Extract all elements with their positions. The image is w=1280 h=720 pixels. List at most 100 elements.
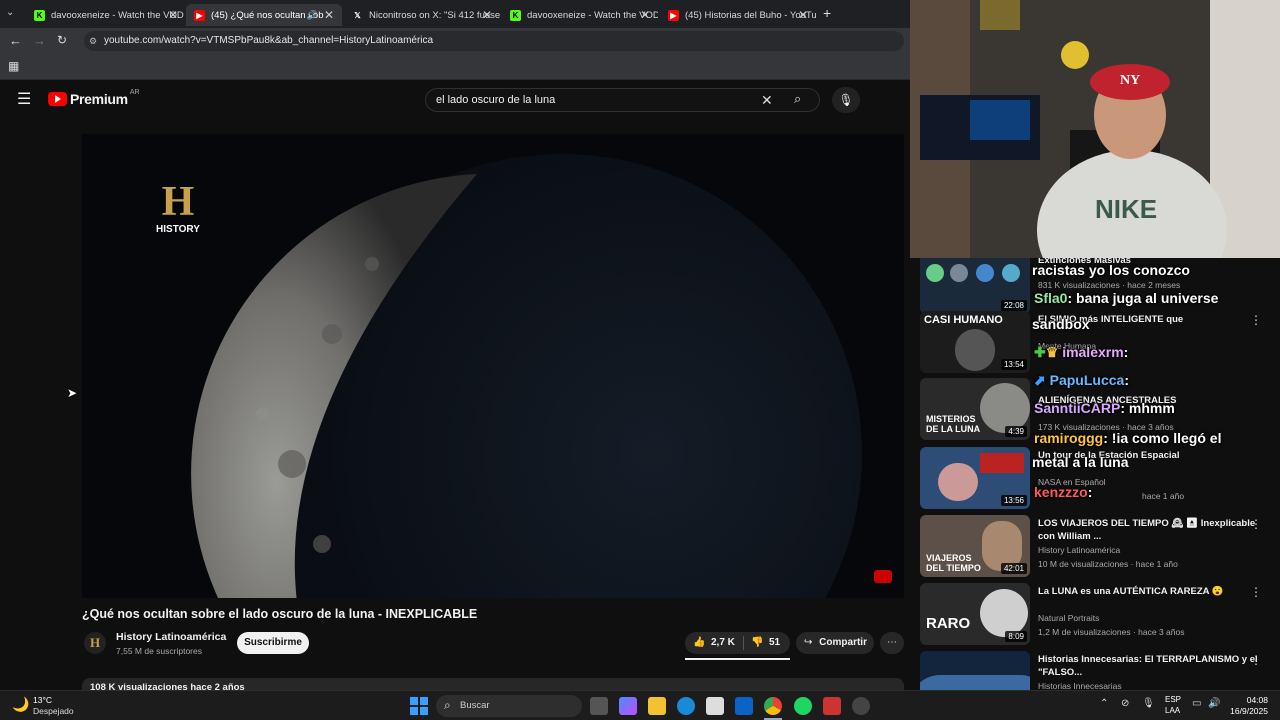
language-code[interactable]: ESP [1165,695,1181,704]
voice-search-icon[interactable]: 🎙 [832,87,860,113]
chat-message: kenzzzo: [1034,484,1093,500]
video-thumbnail[interactable] [920,651,1030,690]
file-explorer-icon[interactable] [648,697,666,715]
more-options-icon[interactable]: ⋮ [1250,313,1262,327]
channel-avatar[interactable]: H [84,632,106,654]
close-icon[interactable]: ✕ [324,8,334,22]
recommendation-item[interactable]: RARO 8:09 La LUNA es una AUTÉNTICA RAREZ… [920,583,1280,647]
task-view-icon[interactable] [590,697,608,715]
close-icon[interactable]: ✕ [168,8,178,22]
weather-desc: Despejado [33,706,74,716]
forward-icon[interactable]: → [33,33,46,48]
back-icon[interactable]: ← [9,33,22,48]
chat-message: ⬈ PapuLucca: [1034,372,1129,388]
svg-text:NY: NY [1120,73,1140,88]
video-channel: History Latinoamérica [1038,545,1121,555]
chevron-up-icon[interactable]: ⌃ [1100,698,1108,709]
windows-taskbar: 🌙 13°C Despejado ⌕ Buscar ⌃ ⊘ 🎙 ESP LAA … [0,690,1280,720]
url-field[interactable]: ⚙ youtube.com/watch?v=VTMSPbPau8k&ab_cha… [84,31,904,51]
tab-list-icon[interactable]: ⌄ [6,7,14,18]
network-icon[interactable]: ⊘ [1121,698,1129,709]
video-thumbnail[interactable]: 13:56 [920,447,1030,509]
search-label: Buscar [460,700,490,711]
speaker-icon[interactable]: 🔊 [307,10,318,21]
video-player[interactable]: H HISTORY [82,134,904,598]
video-thumbnail[interactable]: CASI HUMANO 13:54 [920,311,1030,373]
badge-icon: ⬈ [1034,372,1046,388]
video-channel: Natural Portraits [1038,613,1100,623]
tab-2[interactable]: ▶ (45) ¿Qué nos ocultan sob 🔊 ✕ [186,4,342,26]
chat-message: metal a la luna [1032,454,1129,470]
like-ratio-bar [685,658,790,660]
kick-icon: K [510,9,521,21]
bookmarks-bar: ▦ [0,54,910,80]
youtube-icon: ▶ [668,9,679,21]
video-thumbnail[interactable]: MISTERIOS DE LA LUNA 4:39 [920,378,1030,440]
recommendation-item[interactable]: VIAJEROS DEL TIEMPO 42:01 LOS VIAJEROS D… [920,515,1280,579]
description-box[interactable]: 108 K visualizaciones hace 2 años [82,678,904,690]
clear-search-icon[interactable]: ✕ [761,89,773,111]
youtube-logo[interactable]: Premium AR [48,88,140,107]
edge-icon[interactable] [677,697,695,715]
tab-5[interactable]: ▶ (45) Historias del Buho - YouTu ✕ [660,4,816,26]
subscribe-button[interactable]: Suscribirme [237,632,309,654]
x-icon: 𝕏 [354,10,361,20]
settings-icon[interactable] [852,697,870,715]
apps-grid-icon[interactable]: ▦ [8,59,19,73]
search-icon[interactable]: ⌕ [794,88,801,110]
tab-4[interactable]: K davooxeneize - Watch the VOD ✕ [502,4,658,26]
youtube-page: ☰ Premium AR el lado oscuro de la luna ✕… [0,80,910,690]
subscribe-watermark-icon[interactable] [874,570,892,583]
like-count[interactable]: 2,7 K [711,632,735,654]
clock-time[interactable]: 04:08 [1220,695,1268,705]
thumbs-up-icon[interactable]: 👍 [693,632,705,654]
taskbar-search[interactable]: ⌕ Buscar [436,695,582,717]
reload-icon[interactable]: ↻ [57,33,67,47]
weather-icon[interactable]: 🌙 [12,696,29,713]
search-input[interactable]: el lado oscuro de la luna ✕ ⌕ [425,88,820,112]
more-options-icon[interactable]: ⋮ [1250,653,1262,667]
chrome-icon[interactable] [764,697,782,715]
share-button[interactable]: ↪ Compartir [796,632,874,654]
more-options-icon[interactable]: ⋮ [1250,585,1262,599]
mic-icon[interactable]: 🎙 [1142,698,1155,709]
copilot-icon[interactable] [619,697,637,715]
recommendation-item[interactable]: Historias Innecesarias: El TERRAPLANISMO… [920,651,1280,690]
thumbs-down-icon[interactable]: 👎 [751,632,763,654]
video-duration: 13:56 [1000,495,1027,506]
tab-1[interactable]: K davooxeneize - Watch the VOD ✕ [26,4,186,26]
region-code: AR [129,88,140,96]
video-title: Historias Innecesarias: El TERRAPLANISMO… [1038,654,1258,678]
crown-icon: ♛ [1045,344,1059,360]
new-tab-button[interactable]: + [823,5,831,21]
store-icon[interactable] [706,697,724,715]
menu-icon[interactable]: ☰ [17,89,31,109]
more-actions-icon[interactable]: ⋯ [880,632,904,654]
recommendation-item[interactable]: CASI HUMANO 13:54 El SIMIO más INTELIGEN… [920,311,1280,375]
more-options-icon[interactable]: ⋮ [1250,517,1262,531]
start-button[interactable] [410,697,428,715]
chat-message: ✚♛ imalexrm: [1034,344,1129,360]
chat-message: racistas yo los conozco [1032,262,1190,278]
streamer-webcam-image: NY NIKE [910,0,1280,258]
site-info-icon[interactable]: ⚙ [89,31,97,51]
weather-temp[interactable]: 13°C [33,695,52,705]
tab-label: davooxeneize - Watch the VOD [527,9,658,21]
channel-name[interactable]: History Latinoamérica [116,631,226,643]
share-icon: ↪ [804,637,813,648]
search-value: el lado oscuro de la luna [436,94,556,106]
close-icon[interactable]: ✕ [640,8,650,22]
voicemeeter-icon[interactable] [823,697,841,715]
display-icon[interactable]: ▭ [1192,698,1201,709]
outlook-icon[interactable] [735,697,753,715]
close-icon[interactable]: ✕ [482,8,492,22]
video-thumbnail[interactable]: VIAJEROS DEL TIEMPO 42:01 [920,515,1030,577]
tab-3[interactable]: 𝕏 Niconitroso on X: "Si 412 fuese ✕ [344,4,500,26]
search-icon: ⌕ [444,698,451,712]
webcam-overlay: NY NIKE [910,0,1280,258]
video-thumbnail[interactable]: RARO 8:09 [920,583,1030,645]
video-duration: 8:09 [1005,631,1027,642]
video-thumbnail[interactable]: 22:08 [920,258,1030,314]
spotify-icon[interactable] [794,697,812,715]
close-icon[interactable]: ✕ [798,8,808,22]
